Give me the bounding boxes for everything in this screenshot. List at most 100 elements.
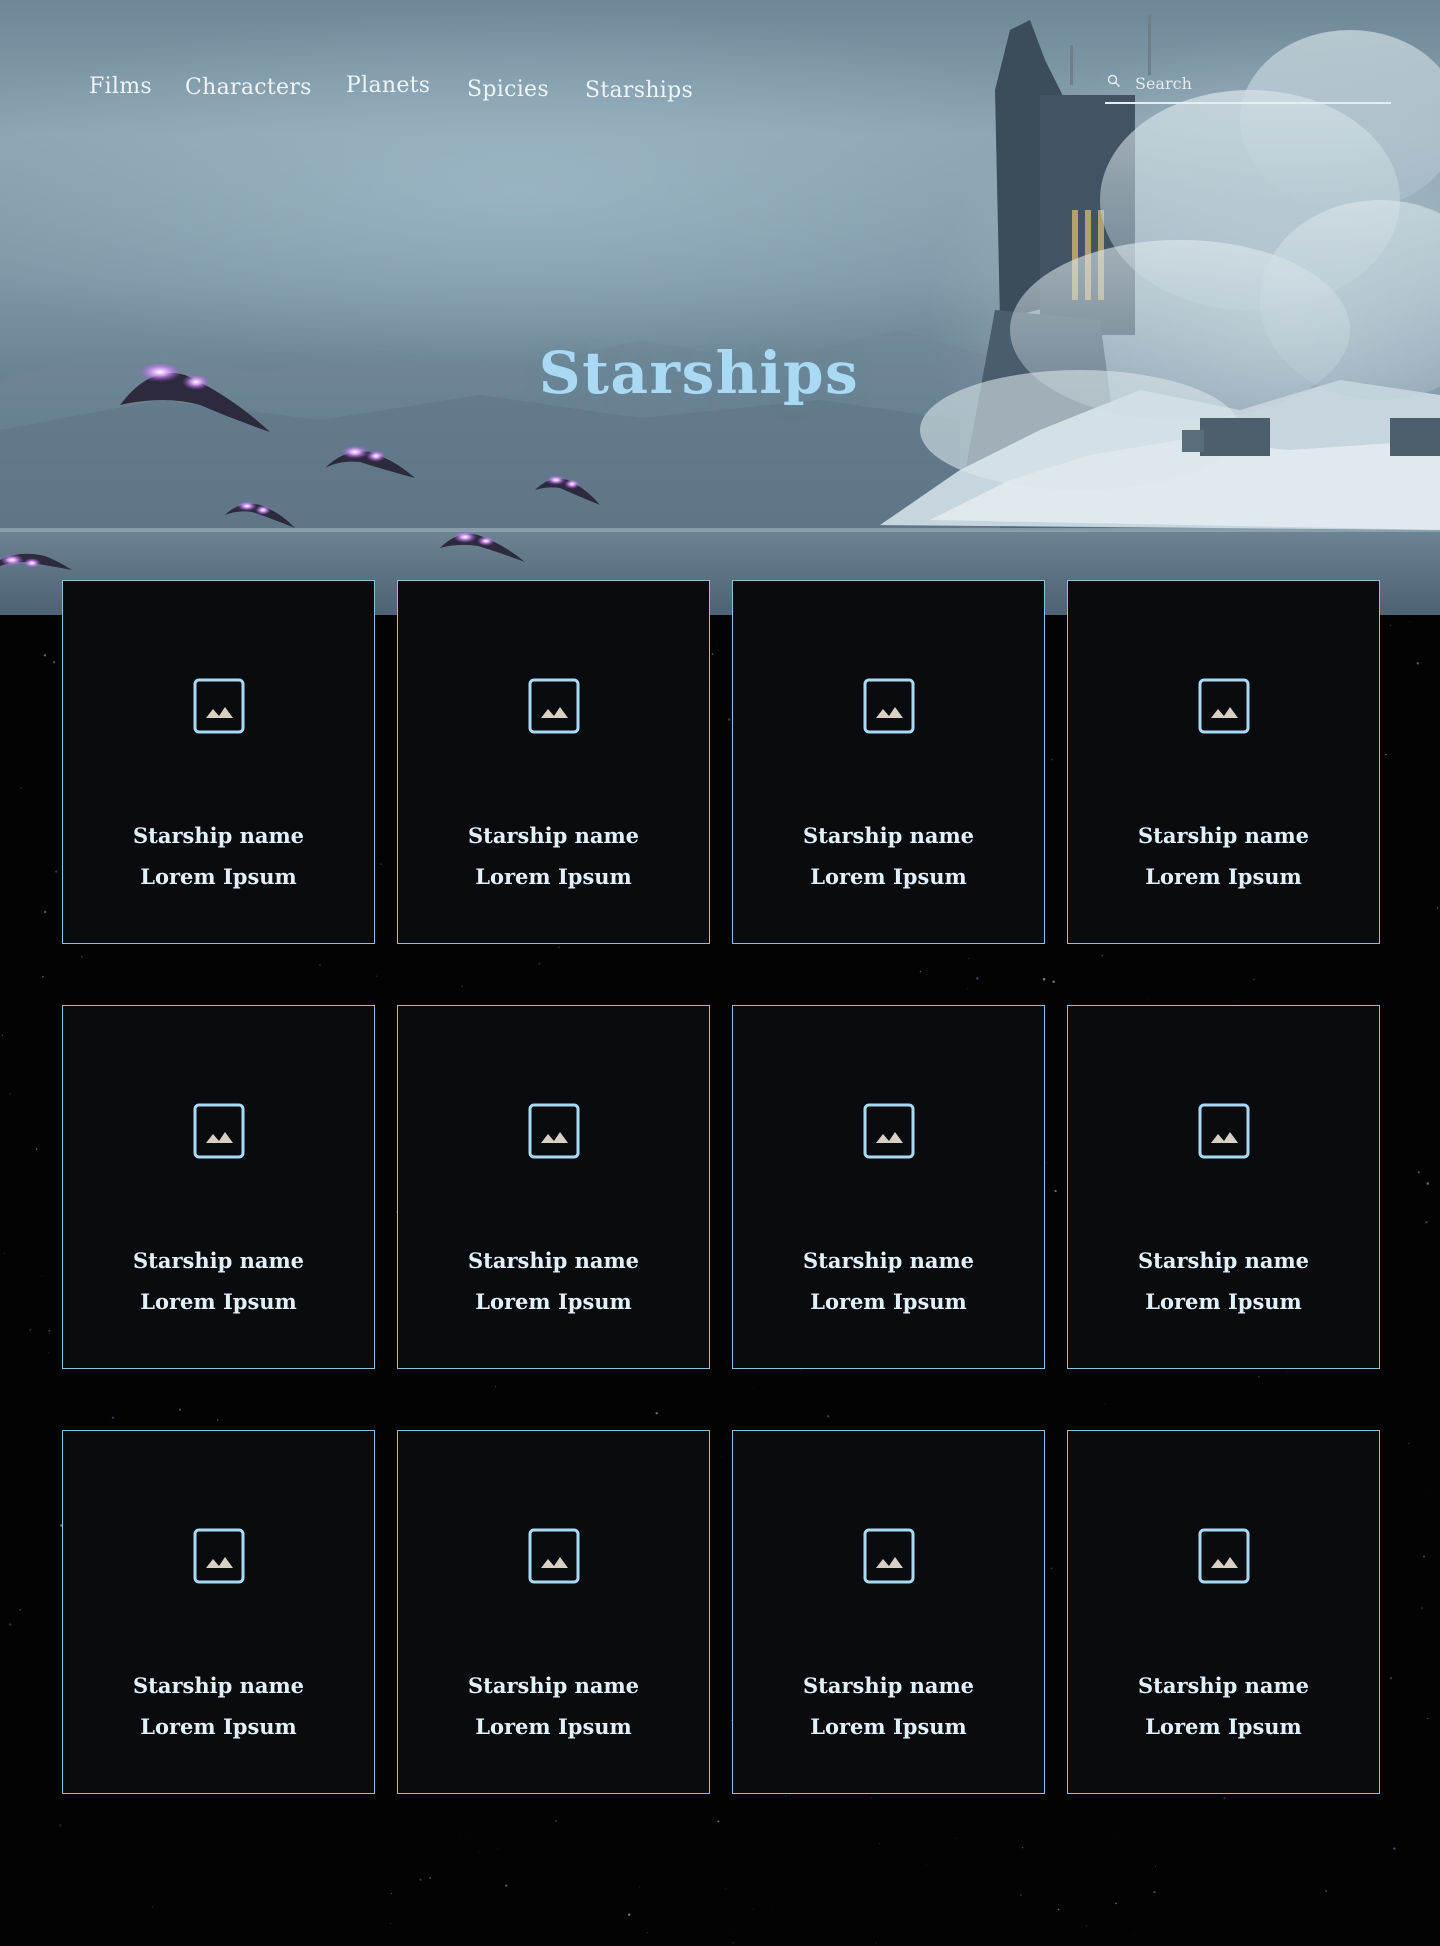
starship-card[interactable]: Starship name Lorem Ipsum bbox=[397, 1005, 710, 1369]
star bbox=[1104, 1404, 1106, 1405]
star bbox=[1425, 1221, 1428, 1224]
starship-card[interactable]: Starship name Lorem Ipsum bbox=[732, 580, 1045, 944]
starship-card[interactable]: Starship name Lorem Ipsum bbox=[1067, 1005, 1380, 1369]
starship-subtitle: Lorem Ipsum bbox=[140, 864, 297, 889]
star bbox=[1416, 967, 1417, 968]
star bbox=[8, 1623, 12, 1626]
image-placeholder-icon bbox=[1198, 1103, 1250, 1159]
star bbox=[827, 1415, 830, 1418]
image-placeholder-icon bbox=[863, 1103, 915, 1159]
star bbox=[42, 976, 44, 978]
star bbox=[1223, 1797, 1226, 1800]
starship-name: Starship name bbox=[467, 1673, 640, 1698]
star bbox=[2, 1034, 4, 1036]
star bbox=[1420, 1606, 1424, 1610]
starship-name: Starship name bbox=[802, 1673, 975, 1698]
star bbox=[752, 1386, 754, 1388]
starship-card[interactable]: Starship name Lorem Ipsum bbox=[62, 1430, 375, 1794]
star bbox=[48, 1351, 49, 1353]
star bbox=[1042, 977, 1046, 981]
star bbox=[429, 1877, 432, 1879]
starship-card[interactable]: Starship name Lorem Ipsum bbox=[732, 1005, 1045, 1369]
star bbox=[752, 1908, 754, 1910]
star bbox=[178, 1408, 182, 1411]
star bbox=[48, 1329, 51, 1332]
starship-card[interactable]: Starship name Lorem Ipsum bbox=[62, 1005, 375, 1369]
image-placeholder-icon bbox=[1198, 1528, 1250, 1584]
star bbox=[655, 1411, 658, 1415]
starship-card[interactable]: Starship name Lorem Ipsum bbox=[397, 580, 710, 944]
star bbox=[721, 1456, 723, 1458]
star bbox=[1117, 1838, 1119, 1840]
star bbox=[1287, 1371, 1288, 1372]
star bbox=[639, 1886, 641, 1888]
star bbox=[725, 1888, 726, 1889]
star bbox=[58, 1823, 62, 1827]
star bbox=[1019, 1398, 1020, 1400]
star bbox=[538, 962, 541, 965]
star bbox=[1054, 1190, 1057, 1193]
starship-subtitle: Lorem Ipsum bbox=[1145, 1289, 1302, 1314]
nav-item-spicies[interactable]: Spicies bbox=[467, 77, 549, 102]
star bbox=[1052, 980, 1055, 983]
image-placeholder-icon bbox=[1198, 678, 1250, 734]
image-placeholder-icon bbox=[193, 678, 245, 734]
search-icon[interactable] bbox=[1107, 74, 1121, 88]
starship-subtitle: Lorem Ipsum bbox=[810, 1714, 967, 1739]
starship-subtitle: Lorem Ipsum bbox=[810, 1289, 967, 1314]
starship-name: Starship name bbox=[1137, 823, 1310, 848]
star bbox=[558, 946, 560, 948]
star bbox=[35, 1148, 38, 1150]
star bbox=[555, 1819, 558, 1822]
star bbox=[209, 1909, 210, 1910]
search-input[interactable] bbox=[1135, 70, 1385, 96]
star bbox=[41, 1275, 43, 1278]
star bbox=[647, 1932, 648, 1934]
star bbox=[1423, 1555, 1425, 1558]
starship-name: Starship name bbox=[132, 1673, 305, 1698]
starship-name: Starship name bbox=[132, 823, 305, 848]
star bbox=[871, 1797, 873, 1799]
star bbox=[967, 988, 968, 990]
image-placeholder-icon bbox=[863, 678, 915, 734]
starship-name: Starship name bbox=[467, 1248, 640, 1273]
star bbox=[1021, 1846, 1024, 1849]
star bbox=[717, 1820, 720, 1823]
star bbox=[711, 653, 714, 655]
star bbox=[875, 1941, 877, 1944]
starship-card[interactable]: Starship name Lorem Ipsum bbox=[1067, 580, 1380, 944]
star bbox=[19, 1609, 21, 1611]
star bbox=[497, 1848, 499, 1849]
star bbox=[478, 1851, 480, 1853]
starship-card[interactable]: Starship name Lorem Ipsum bbox=[1067, 1430, 1380, 1794]
star bbox=[695, 1397, 696, 1398]
star bbox=[1437, 907, 1439, 909]
nav-item-films[interactable]: Films bbox=[89, 74, 152, 99]
starship-card[interactable]: Starship name Lorem Ipsum bbox=[397, 1430, 710, 1794]
star bbox=[1416, 661, 1420, 665]
star bbox=[1046, 1162, 1048, 1164]
star bbox=[1257, 1375, 1260, 1378]
image-placeholder-icon bbox=[528, 678, 580, 734]
nav-item-planets[interactable]: Planets bbox=[346, 73, 430, 98]
star bbox=[1253, 978, 1255, 981]
star bbox=[216, 1419, 219, 1421]
star bbox=[390, 1923, 391, 1925]
star bbox=[379, 863, 382, 865]
star bbox=[1085, 1925, 1088, 1927]
star bbox=[1393, 1847, 1396, 1850]
starship-subtitle: Lorem Ipsum bbox=[475, 864, 632, 889]
star bbox=[919, 971, 922, 973]
starship-card[interactable]: Starship name Lorem Ipsum bbox=[62, 580, 375, 944]
star bbox=[732, 1942, 734, 1944]
starship-subtitle: Lorem Ipsum bbox=[1145, 1714, 1302, 1739]
nav-item-starships[interactable]: Starships bbox=[585, 78, 693, 103]
star bbox=[926, 1864, 927, 1866]
star bbox=[967, 957, 970, 960]
star bbox=[151, 1905, 154, 1908]
star bbox=[772, 1909, 773, 1911]
nav-item-characters[interactable]: Characters bbox=[185, 75, 312, 100]
star bbox=[955, 1837, 957, 1839]
starship-card[interactable]: Starship name Lorem Ipsum bbox=[732, 1430, 1045, 1794]
starship-subtitle: Lorem Ipsum bbox=[1145, 864, 1302, 889]
